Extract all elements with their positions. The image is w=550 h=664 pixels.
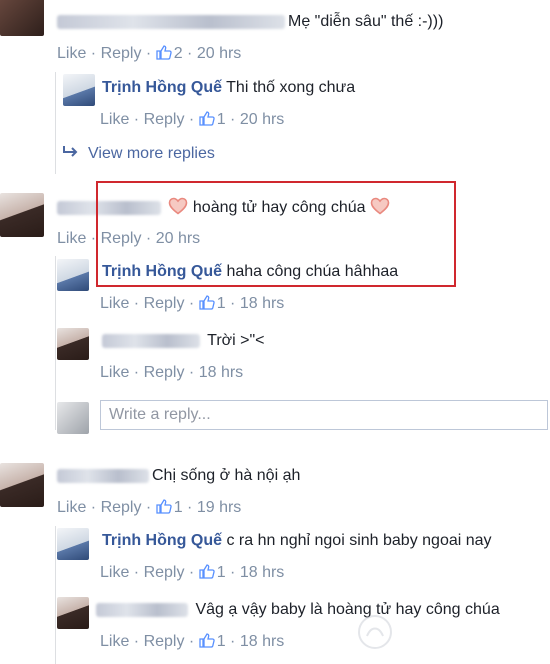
avatar[interactable] (57, 597, 89, 629)
comment-actions: Like · Reply · 1 · 19 hrs (57, 499, 242, 516)
reply-thread-line (55, 256, 56, 430)
like-count[interactable]: 2 (156, 45, 183, 62)
reply-link[interactable]: Reply (144, 111, 185, 128)
like-count[interactable]: 1 (199, 111, 226, 128)
comment-text: Mẹ "diễn sâu" thế :-))) (57, 12, 443, 32)
reply-link[interactable]: Reply (101, 45, 142, 62)
commenter-name[interactable]: Trịnh Hồng Quế (102, 79, 222, 96)
comment-text: Trời >"< (102, 331, 265, 351)
avatar[interactable] (0, 193, 44, 237)
blurred-name[interactable] (102, 333, 200, 348)
timestamp[interactable]: 18 hrs (240, 633, 284, 650)
reply-link[interactable]: Reply (144, 364, 185, 381)
comment-actions: Like · Reply · 1 · 18 hrs (100, 564, 285, 581)
like-link[interactable]: Like (57, 45, 86, 62)
like-link[interactable]: Like (100, 364, 129, 381)
reply-arrow-icon (63, 146, 78, 157)
like-link[interactable]: Like (100, 633, 129, 650)
timestamp[interactable]: 18 hrs (240, 564, 284, 581)
view-more-replies[interactable]: View more replies (62, 144, 215, 164)
avatar[interactable] (57, 328, 89, 360)
timestamp[interactable]: 19 hrs (197, 499, 241, 516)
timestamp[interactable]: 18 hrs (240, 295, 284, 312)
reply-link[interactable]: Reply (144, 295, 185, 312)
reply-thread-line (55, 526, 56, 664)
thumbs-up-icon (156, 45, 172, 60)
reply-input[interactable]: Write a reply... (100, 400, 548, 430)
comment-actions: Like · Reply · 1 · 20 hrs (100, 111, 285, 128)
like-link[interactable]: Like (100, 111, 129, 128)
thumbs-up-icon (156, 499, 172, 514)
avatar[interactable] (57, 259, 89, 291)
timestamp[interactable]: 18 hrs (199, 364, 243, 381)
avatar (57, 402, 89, 434)
avatar[interactable] (57, 528, 89, 560)
like-link[interactable]: Like (100, 564, 129, 581)
like-link[interactable]: Like (57, 499, 86, 516)
like-link[interactable]: Like (57, 230, 86, 247)
watermark-logo (358, 615, 392, 649)
reply-link[interactable]: Reply (144, 564, 185, 581)
thumbs-up-icon (199, 633, 215, 648)
like-count[interactable]: 1 (199, 295, 226, 312)
comment-text: Vâg ạ vậy baby là hoàng tử hay công chúa (96, 600, 500, 620)
timestamp[interactable]: 20 hrs (240, 111, 284, 128)
blurred-name[interactable] (57, 14, 285, 29)
thumbs-up-icon (199, 111, 215, 126)
blurred-name[interactable] (57, 468, 149, 483)
like-link[interactable]: Like (100, 295, 129, 312)
comment-text: Trịnh Hồng Quế Thi thố xong chưa (102, 79, 356, 96)
reply-thread-line (55, 72, 56, 174)
reply-link[interactable]: Reply (144, 633, 185, 650)
like-count[interactable]: 1 (199, 633, 226, 650)
comment-actions: Like · Reply · 1 · 18 hrs (100, 295, 285, 312)
thumbs-up-icon (199, 295, 215, 310)
comment-actions: Like · Reply · 1 · 18 hrs (100, 633, 285, 650)
blurred-name[interactable] (96, 602, 188, 617)
comment-actions: Like · Reply · 2 · 20 hrs (57, 45, 242, 62)
avatar[interactable] (0, 0, 44, 36)
timestamp[interactable]: 20 hrs (197, 45, 241, 62)
like-count[interactable]: 1 (156, 499, 183, 516)
highlight-box (96, 181, 456, 287)
thumbs-up-icon (199, 564, 215, 579)
avatar[interactable] (0, 463, 44, 507)
avatar[interactable] (63, 74, 95, 106)
comment-text: Chị sống ở hà nội ạh (57, 466, 300, 486)
reply-link[interactable]: Reply (101, 499, 142, 516)
comment-actions: Like · Reply · 18 hrs (100, 364, 244, 381)
like-count[interactable]: 1 (199, 564, 226, 581)
comment-text: Trịnh Hồng Quế c ra hn nghỉ ngoi sinh ba… (102, 532, 492, 549)
commenter-name[interactable]: Trịnh Hồng Quế (102, 532, 222, 549)
